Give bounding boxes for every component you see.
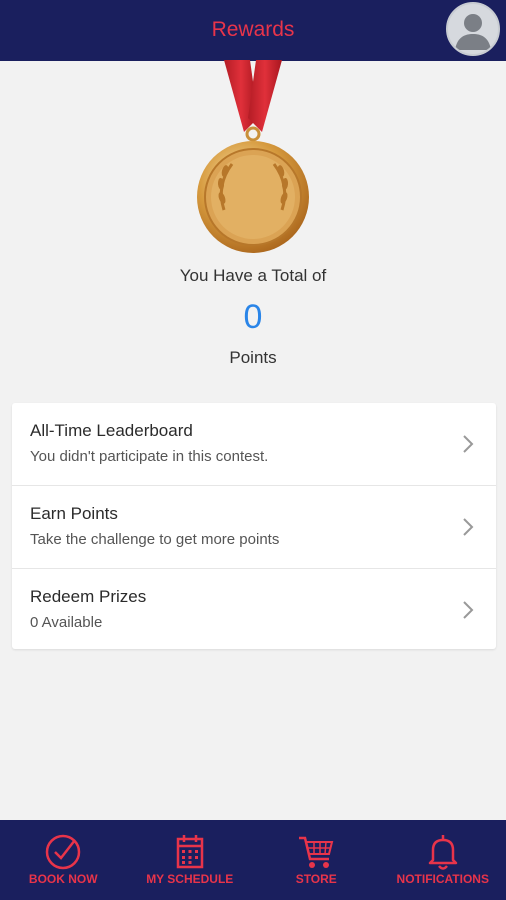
nav-book-now-label: BOOK NOW <box>28 872 98 886</box>
cart-icon <box>299 836 334 868</box>
bottom-nav: BOOK NOW MY SCHEDULE STORE NOTIFICATIONS <box>0 820 506 900</box>
nav-notifications-label: NOTIFICATIONS <box>396 872 489 886</box>
check-circle-icon <box>46 834 81 870</box>
chevron-right-icon <box>463 435 474 453</box>
points-value: 0 <box>243 298 263 336</box>
rewards-menu-card: All-Time Leaderboard You didn't particip… <box>12 403 496 649</box>
nav-my-schedule-label: MY SCHEDULE <box>146 872 234 886</box>
nav-store[interactable]: STORE <box>253 820 380 900</box>
redeem-prizes-subtitle: 0 Available <box>30 614 103 631</box>
page-title: Rewards <box>211 18 295 41</box>
medal-icon <box>188 60 318 260</box>
bell-icon <box>428 835 457 870</box>
chevron-right-icon <box>463 601 474 619</box>
leaderboard-item[interactable]: All-Time Leaderboard You didn't particip… <box>12 403 496 486</box>
earn-points-item[interactable]: Earn Points Take the challenge to get mo… <box>12 486 496 569</box>
earn-points-title: Earn Points <box>30 504 118 523</box>
redeem-prizes-item[interactable]: Redeem Prizes 0 Available <box>12 569 496 651</box>
points-label: Points <box>229 348 277 367</box>
chevron-right-icon <box>463 518 474 536</box>
nav-book-now[interactable]: BOOK NOW <box>0 820 127 900</box>
earn-points-subtitle: Take the challenge to get more points <box>30 531 280 548</box>
nav-notifications[interactable]: NOTIFICATIONS <box>380 820 506 900</box>
nav-store-label: STORE <box>295 872 337 886</box>
total-label: You Have a Total of <box>179 266 327 285</box>
redeem-prizes-title: Redeem Prizes <box>30 587 147 606</box>
user-avatar-icon[interactable] <box>446 2 500 56</box>
nav-my-schedule[interactable]: MY SCHEDULE <box>127 820 254 900</box>
leaderboard-subtitle: You didn't participate in this contest. <box>30 448 269 465</box>
calendar-icon <box>176 835 203 869</box>
app-header: Rewards <box>0 0 506 61</box>
leaderboard-title: All-Time Leaderboard <box>30 421 193 440</box>
